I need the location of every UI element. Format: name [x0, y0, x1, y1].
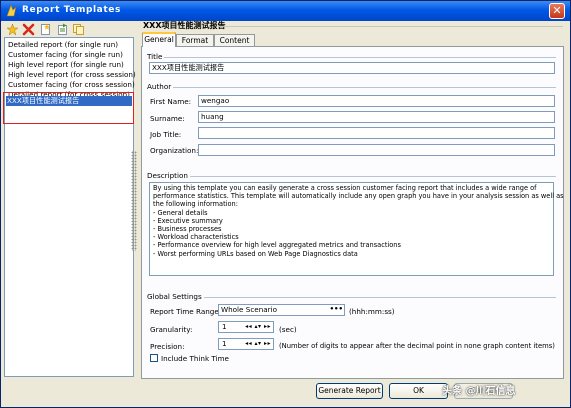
list-item[interactable]: Customer facing (for single run): [7, 50, 124, 60]
window-title: Report Templates: [22, 5, 121, 15]
highlight-annotation-box: [3, 92, 134, 124]
granularity-spin-arrows[interactable]: ◂◂ ▴▾ ▸▸: [245, 322, 271, 332]
report-app-icon: [6, 4, 17, 17]
organization-field[interactable]: [198, 144, 555, 156]
pane-splitter-handle[interactable]: [131, 151, 137, 251]
author-group-label: Author: [147, 82, 174, 91]
description-line: performance statistics. This template wi…: [153, 192, 564, 201]
surname-label: Surname:: [150, 114, 185, 123]
global-settings-group-line: [149, 297, 556, 298]
precision-note: (Number of digits to appear after the de…: [279, 342, 555, 350]
description-group-line: [149, 176, 556, 177]
ok-button[interactable]: OK: [389, 383, 448, 399]
tab-format[interactable]: Format: [176, 34, 214, 46]
title-group-line: [149, 57, 556, 58]
time-range-picker-button[interactable]: •••: [330, 305, 343, 314]
watermark-text: 头条 @川石信息: [442, 386, 516, 397]
template-name-heading: XXX项目性能测试报告: [143, 21, 226, 30]
description-line: the following information:: [153, 200, 238, 209]
list-item[interactable]: High level report (for cross session): [7, 70, 137, 80]
report-time-range-field[interactable]: Whole Scenario •••: [218, 304, 345, 316]
report-templates-window: Report Templates ✕ Detailed report (for …: [0, 0, 571, 408]
close-button[interactable]: ✕: [549, 3, 565, 19]
description-group-label: Description: [147, 171, 190, 180]
generate-report-button[interactable]: Generate Report: [316, 383, 383, 399]
list-item[interactable]: Detailed report (for single run): [7, 40, 119, 50]
import-icon[interactable]: [56, 23, 69, 36]
description-line: By using this template you can easily ge…: [153, 184, 537, 192]
tab-content[interactable]: Content: [214, 34, 255, 46]
time-format-hint: (hhh:mm:ss): [349, 307, 395, 316]
organization-label: Organization:: [150, 146, 199, 155]
description-line: - Business processes: [153, 225, 222, 234]
description-line: - General details: [153, 208, 208, 217]
description-textarea[interactable]: By using this template you can easily ge…: [149, 182, 564, 276]
global-settings-group-label: Global Settings: [147, 292, 204, 301]
precision-label: Precision:: [150, 342, 185, 351]
surname-field[interactable]: huang: [198, 111, 555, 123]
description-line: - Performance overview for high level ag…: [153, 241, 401, 250]
report-time-range-label: Report Time Range:: [150, 307, 222, 316]
granularity-label: Granularity:: [150, 325, 193, 334]
copy-icon[interactable]: [72, 23, 85, 36]
job-title-label: Job Title:: [150, 130, 182, 139]
granularity-value: 1: [222, 322, 227, 331]
title-group-label: Title: [147, 52, 165, 61]
heading-divider: [219, 26, 563, 27]
report-time-range-value: Whole Scenario: [221, 305, 278, 314]
author-group-line: [149, 87, 556, 88]
tab-general[interactable]: General: [142, 32, 176, 47]
list-item[interactable]: Customer facing (for cross session): [7, 80, 136, 90]
new-document-icon[interactable]: [39, 23, 52, 36]
precision-spin-arrows[interactable]: ◂◂ ▴▾ ▸▸: [245, 339, 271, 349]
description-line: - Executive summary: [153, 216, 223, 225]
precision-stepper[interactable]: 1 ◂◂ ▴▾ ▸▸: [218, 338, 274, 350]
first-name-label: First Name:: [150, 97, 192, 106]
title-input[interactable]: XXX项目性能测试报告: [149, 62, 555, 74]
delete-icon[interactable]: [22, 23, 35, 36]
title-bar[interactable]: Report Templates ✕: [1, 1, 570, 21]
include-think-time-label: Include Think Time: [161, 354, 229, 363]
description-line: - Worst performing URLs based on Web Pag…: [153, 249, 358, 258]
template-list[interactable]: Detailed report (for single run) Custome…: [4, 37, 137, 377]
granularity-unit: (sec): [279, 325, 297, 334]
new-star-icon[interactable]: [6, 23, 19, 36]
description-line: - Workload characteristics: [153, 233, 239, 242]
include-think-time-checkbox[interactable]: [150, 354, 158, 362]
list-item[interactable]: High level report (for single run): [7, 60, 125, 70]
job-title-field[interactable]: [198, 127, 555, 139]
granularity-stepper[interactable]: 1 ◂◂ ▴▾ ▸▸: [218, 321, 274, 333]
first-name-field[interactable]: wengao: [198, 95, 555, 107]
precision-value: 1: [222, 339, 227, 348]
